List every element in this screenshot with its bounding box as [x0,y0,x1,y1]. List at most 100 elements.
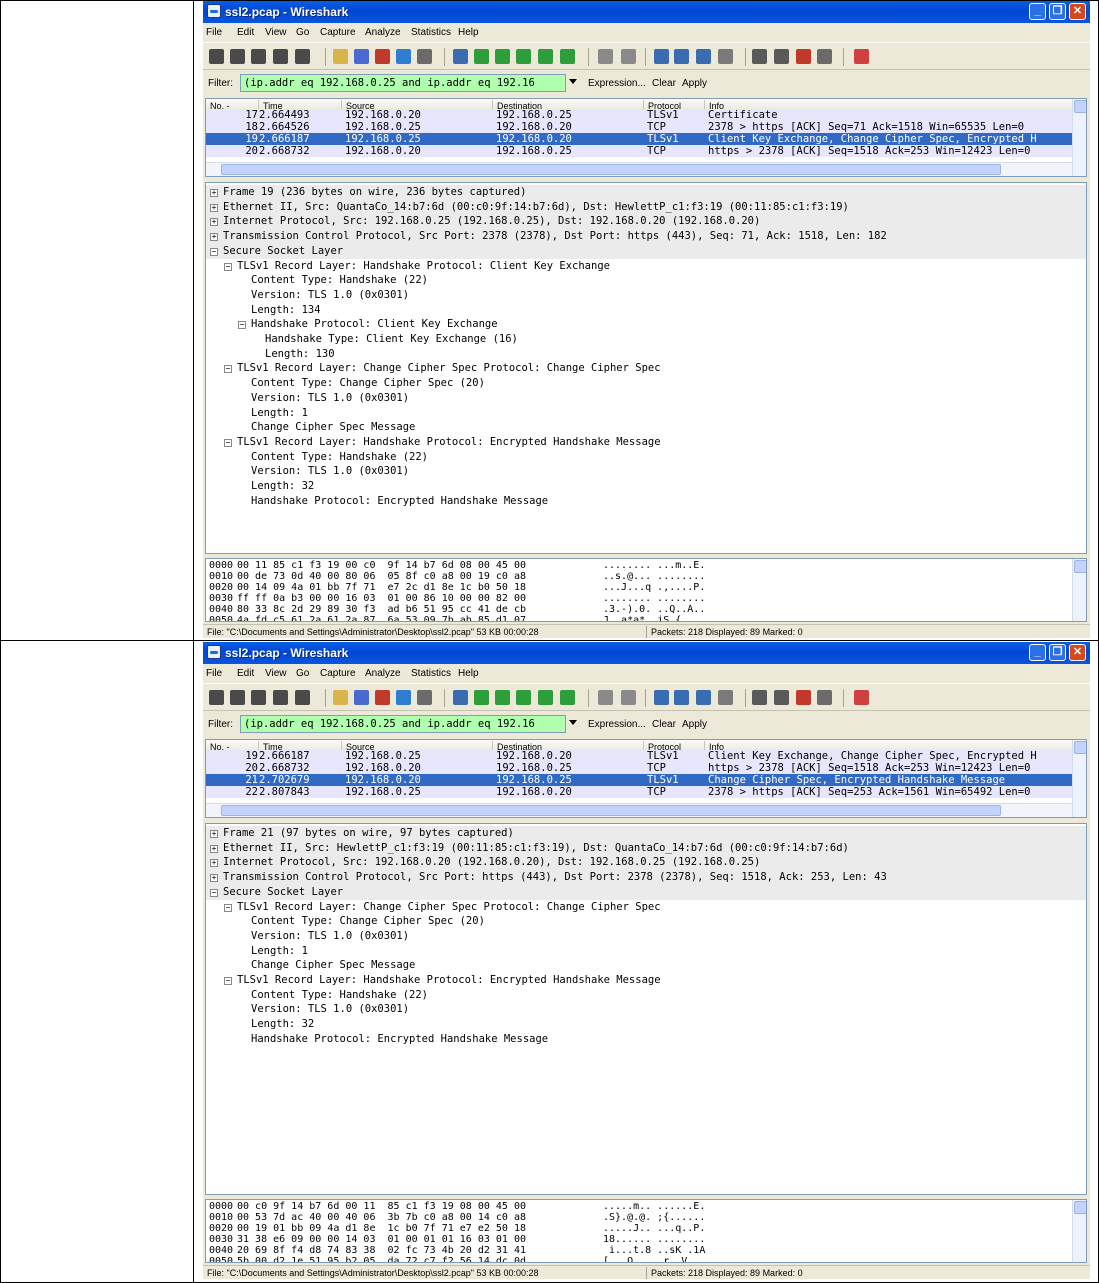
detail-row[interactable]: + Ethernet II, Src: HewlettP_c1:f3:19 (00… [206,840,1086,856]
packet-row[interactable]: 19 2.666187 192.168.0.25 192.168.0.20 TLSv1 C… [206,133,1072,145]
minimize-button[interactable]: _ [1029,644,1046,661]
capture-options-icon[interactable] [230,49,245,64]
go-forward-icon[interactable] [495,49,510,64]
menu-item-view[interactable]: View [265,668,287,679]
zoom-out-icon[interactable] [674,49,689,64]
menu-item-file[interactable]: File [206,668,222,679]
detail-row[interactable]: Change Cipher Spec Message [206,420,1086,435]
menu-item-capture[interactable]: Capture [320,668,356,679]
packet-row[interactable]: 18 2.664526 192.168.0.25 192.168.0.20 TCP 237… [206,121,1072,133]
go-last-icon[interactable] [560,690,575,705]
detail-row[interactable]: Length: 1 [206,944,1086,959]
capture-options-icon[interactable] [230,690,245,705]
capture-filters-icon[interactable] [752,49,767,64]
display-filters-icon[interactable] [774,690,789,705]
expand-icon[interactable]: + [210,189,218,197]
detail-row[interactable]: + Frame 21 (97 bytes on wire, 97 bytes ca… [206,826,1086,841]
open-file-icon[interactable] [333,49,348,64]
detail-row[interactable]: + Transmission Control Protocol, Src Port… [206,229,1086,245]
restart-capture-icon[interactable] [295,49,310,64]
go-first-icon[interactable] [538,49,553,64]
start-capture-icon[interactable] [251,49,266,64]
detail-row[interactable]: − TLSv1 Record Layer: Handshake Protocol:… [206,973,1086,988]
save-file-icon[interactable] [354,690,369,705]
auto-scroll-icon[interactable] [621,49,636,64]
detail-row[interactable]: Version: TLS 1.0 (0x0301) [206,288,1086,303]
detail-row[interactable]: Content Type: Handshake (22) [206,450,1086,465]
display-filter-input[interactable]: (ip.addr eq 192.168.0.25 and ip.addr eq … [240,74,566,92]
go-to-packet-icon[interactable] [516,690,531,705]
detail-row[interactable]: − TLSv1 Record Layer: Change Cipher Spec … [206,361,1086,376]
detail-row[interactable]: Version: TLS 1.0 (0x0301) [206,1002,1086,1017]
reload-icon[interactable] [396,49,411,64]
detail-row[interactable]: − Secure Socket Layer [206,243,1086,259]
print-icon[interactable] [417,49,432,64]
collapse-icon[interactable]: − [224,903,232,912]
go-forward-icon[interactable] [495,690,510,705]
collapse-icon[interactable]: − [210,888,218,897]
collapse-icon[interactable]: − [224,365,232,374]
preferences-icon[interactable] [817,690,832,705]
reload-icon[interactable] [396,690,411,705]
find-packet-icon[interactable] [453,49,468,64]
detail-row[interactable]: + Internet Protocol, Src: 192.168.0.25 (1… [206,214,1086,230]
coloring-rules-icon[interactable] [796,690,811,705]
expand-icon[interactable]: + [210,830,218,838]
resize-columns-icon[interactable] [718,49,733,64]
clear-button[interactable]: Clear [652,78,676,89]
expand-icon[interactable]: + [210,874,218,883]
packet-row[interactable]: 20 2.668732 192.168.0.20 192.168.0.25 TCP htt… [206,762,1072,774]
colorize-icon[interactable] [598,690,613,705]
detail-row[interactable]: Length: 1 [206,406,1086,421]
collapse-icon[interactable]: − [224,977,232,985]
menu-item-view[interactable]: View [265,27,287,38]
expand-icon[interactable]: + [210,203,218,212]
close-file-icon[interactable] [375,690,390,705]
detail-row[interactable]: − TLSv1 Record Layer: Handshake Protocol:… [206,435,1086,450]
zoom-in-icon[interactable] [654,690,669,705]
help-icon[interactable] [854,49,869,64]
detail-row[interactable]: − TLSv1 Record Layer: Handshake Protocol:… [206,259,1086,274]
packet-row[interactable]: 19 2.666187 192.168.0.25 192.168.0.20 TLSv1 C… [206,750,1072,762]
expand-icon[interactable]: + [210,859,218,868]
packet-row[interactable]: 17 2.664493 192.168.0.20 192.168.0.25 TLSv1 C… [206,109,1072,121]
detail-row[interactable]: Handshake Type: Client Key Exchange (16) [206,332,1086,347]
filter-dropdown-icon[interactable] [569,79,577,84]
print-icon[interactable] [417,690,432,705]
packet-row[interactable]: 21 2.702679 192.168.0.20 192.168.0.25 TLSv1 C… [206,774,1072,786]
detail-row[interactable]: Change Cipher Spec Message [206,958,1086,973]
stop-capture-icon[interactable] [273,690,288,705]
detail-row[interactable]: Version: TLS 1.0 (0x0301) [206,391,1086,406]
close-file-icon[interactable] [375,49,390,64]
detail-row[interactable]: Length: 32 [206,1017,1086,1032]
expand-icon[interactable]: + [210,844,218,853]
packet-row[interactable]: 20 2.668732 192.168.0.20 192.168.0.25 TCP htt… [206,145,1072,157]
packet-list-vscrollbar[interactable] [1072,740,1086,817]
detail-row[interactable]: + Internet Protocol, Src: 192.168.0.20 (1… [206,855,1086,871]
zoom-out-icon[interactable] [674,690,689,705]
detail-row[interactable]: Content Type: Change Cipher Spec (20) [206,376,1086,391]
save-file-icon[interactable] [354,49,369,64]
detail-row[interactable]: − Handshake Protocol: Client Key Exchange [206,317,1086,332]
apply-button[interactable]: Apply [682,78,707,89]
packet-bytes-vscrollbar[interactable] [1072,1200,1086,1262]
clear-button[interactable]: Clear [652,719,676,730]
display-filters-icon[interactable] [774,49,789,64]
auto-scroll-icon[interactable] [621,690,636,705]
coloring-rules-icon[interactable] [796,49,811,64]
filter-dropdown-icon[interactable] [569,720,577,725]
detail-row[interactable]: − TLSv1 Record Layer: Change Cipher Spec … [206,900,1086,915]
find-packet-icon[interactable] [453,690,468,705]
go-back-icon[interactable] [474,690,489,705]
resize-columns-icon[interactable] [718,690,733,705]
menu-item-help[interactable]: Help [458,668,479,679]
expression-button[interactable]: Expression... [588,719,646,730]
close-button[interactable]: ✕ [1069,3,1086,20]
menu-item-capture[interactable]: Capture [320,27,356,38]
minimize-button[interactable]: _ [1029,3,1046,20]
detail-row[interactable]: + Transmission Control Protocol, Src Port… [206,870,1086,886]
menu-item-go[interactable]: Go [296,668,309,679]
collapse-icon[interactable]: − [210,247,218,256]
expand-icon[interactable]: + [210,233,218,242]
zoom-normal-icon[interactable] [696,49,711,64]
